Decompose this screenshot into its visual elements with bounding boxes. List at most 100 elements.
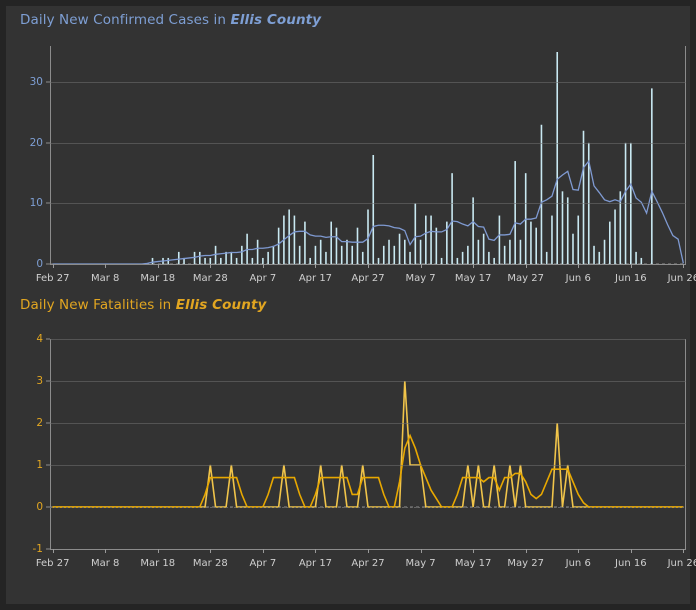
x-axis-tick-mark — [315, 264, 317, 268]
gridline — [50, 465, 686, 466]
x-axis-tick-label: Apr 17 — [298, 273, 333, 284]
x-axis-tick-mark — [368, 264, 369, 268]
x-axis-tick-mark — [105, 549, 107, 553]
y-axis-tick-label: 0 — [36, 501, 43, 513]
y-axis-tick-mark — [46, 142, 50, 144]
y-axis-tick-mark — [46, 380, 50, 382]
panel-daily-new-confirmed-cases: Daily New Confirmed Cases in Ellis Count… — [6, 6, 696, 291]
x-axis-tick-mark — [630, 264, 632, 268]
line-series — [52, 380, 684, 508]
x-axis-tick-mark — [105, 264, 107, 268]
x-axis-tick-mark — [630, 549, 632, 553]
y-axis-spine-right-cases — [685, 46, 686, 264]
x-axis-tick-label: Jun 16 — [615, 558, 647, 569]
title-text-fatalities: Daily New Fatalities in — [20, 297, 176, 313]
x-axis-tick-label: Feb 27 — [35, 273, 70, 284]
x-axis-tick-mark — [157, 549, 159, 553]
chart-svg-fatalities — [50, 380, 686, 508]
x-axis-tick-mark — [157, 264, 159, 268]
bar-series — [151, 52, 653, 264]
x-axis-tick-label: Jun 26 — [667, 273, 696, 284]
x-axis-tick-label: May 17 — [454, 273, 492, 284]
x-axis-tick-mark — [683, 264, 685, 268]
y-axis-tick-mark — [46, 202, 50, 204]
panel-daily-new-fatalities: Daily New Fatalities in Ellis County -1 0… — [6, 291, 696, 604]
page-title-cases: Daily New Confirmed Cases in Ellis Count… — [20, 12, 321, 28]
x-axis-tick-label: May 7 — [405, 558, 436, 569]
x-axis-tick-label: Jun 16 — [615, 273, 647, 284]
dashboard-page: Daily New Confirmed Cases in Ellis Count… — [0, 0, 696, 610]
y-axis-tick-label: 2 — [36, 417, 43, 429]
y-axis-tick-label: 0 — [36, 258, 43, 270]
plot-area-cases: 0 10 20 30 — [30, 46, 686, 270]
y-axis-spine-cases — [50, 46, 51, 264]
x-axis-tick-mark — [210, 264, 212, 268]
y-axis-tick-label: 3 — [36, 375, 43, 387]
y-axis-spine-fatalities — [50, 339, 51, 549]
y-axis-tick-mark — [46, 422, 50, 424]
x-axis-tick-label: May 27 — [507, 273, 544, 284]
gridline — [50, 507, 686, 508]
x-axis-tick-mark — [578, 264, 580, 268]
y-axis-tick-mark — [46, 81, 50, 83]
x-axis-tick-mark — [52, 264, 54, 268]
x-axis-tick-label: Jun 6 — [565, 558, 591, 569]
y-axis-tick-mark — [46, 506, 50, 508]
y-axis-tick-label: 30 — [29, 76, 43, 89]
x-axis-tick-mark — [578, 549, 580, 553]
x-axis-tick-mark — [52, 549, 54, 553]
x-axis-tick-mark — [262, 264, 264, 268]
x-axis-tick-mark — [473, 264, 475, 268]
x-axis-tick-mark — [210, 549, 212, 553]
chart-svg-cases — [50, 52, 686, 265]
y-axis-tick-label: -1 — [32, 543, 43, 555]
x-axis-tick-mark — [262, 549, 264, 553]
gridline — [50, 381, 686, 382]
gridline — [50, 423, 686, 424]
x-axis-tick-label: Apr 7 — [249, 558, 277, 569]
gridline — [50, 339, 686, 340]
x-axis-tick-label: May 27 — [507, 558, 544, 569]
x-axis-tick-label: Mar 8 — [90, 273, 120, 284]
x-axis-tick-label: May 7 — [405, 273, 436, 284]
y-axis-tick-label: 4 — [36, 333, 43, 345]
x-axis-tick-label: Apr 27 — [351, 558, 385, 569]
page-title-fatalities: Daily New Fatalities in Ellis County — [20, 297, 266, 313]
x-axis-tick-label: Mar 28 — [192, 558, 228, 569]
y-axis-spine-right-fatalities — [685, 339, 686, 549]
title-county-fatalities: Ellis County — [175, 297, 267, 313]
x-axis-tick-mark — [420, 264, 422, 268]
x-axis-tick-label: May 17 — [454, 558, 492, 569]
x-axis-tick-label: Apr 27 — [351, 273, 385, 284]
x-axis-tick-label: Feb 27 — [35, 558, 70, 569]
x-axis-tick-label: Mar 18 — [140, 558, 176, 569]
y-axis-tick-label: 1 — [36, 459, 43, 471]
y-axis-tick-label: 20 — [29, 136, 43, 149]
gridline — [50, 142, 686, 144]
x-axis-tick-mark — [473, 549, 475, 553]
title-text-cases: Daily New Confirmed Cases in — [20, 12, 231, 28]
x-axis-tick-mark — [420, 549, 422, 553]
title-county-cases: Ellis County — [230, 12, 322, 28]
plot-area-fatalities: -1 0 1 2 3 4 — [33, 333, 686, 555]
x-axis-tick-label: Apr 7 — [249, 273, 277, 284]
x-axis-tick-mark — [525, 264, 527, 268]
x-axis-tick-mark — [525, 549, 527, 553]
line-series — [52, 433, 684, 508]
x-axis-tick-label: Mar 28 — [192, 273, 228, 284]
x-axis-tick-mark — [683, 549, 685, 553]
y-axis-tick-mark — [46, 338, 50, 340]
x-axis-tick-label: Apr 17 — [298, 558, 333, 569]
gridline — [50, 82, 686, 84]
x-axis-tick-label: Jun 6 — [565, 273, 591, 284]
x-axis-cases: Feb 27 Mar 8 Mar 18 Mar 28 Apr 7 Apr 17 Apr 27… — [36, 264, 696, 288]
x-axis-fatalities: Feb 27 Mar 8 Mar 18 Mar 28 Apr 7 Apr 17 Apr 27… — [36, 549, 696, 573]
x-axis-tick-label: Mar 18 — [140, 273, 176, 284]
x-axis-tick-mark — [315, 549, 317, 553]
y-axis-tick-mark — [46, 464, 50, 466]
x-axis-tick-label: Jun 26 — [667, 558, 696, 569]
gridline — [50, 203, 686, 205]
x-axis-tick-label: Mar 8 — [90, 558, 120, 569]
x-axis-tick-mark — [368, 549, 369, 553]
y-axis-tick-label: 10 — [29, 197, 43, 210]
